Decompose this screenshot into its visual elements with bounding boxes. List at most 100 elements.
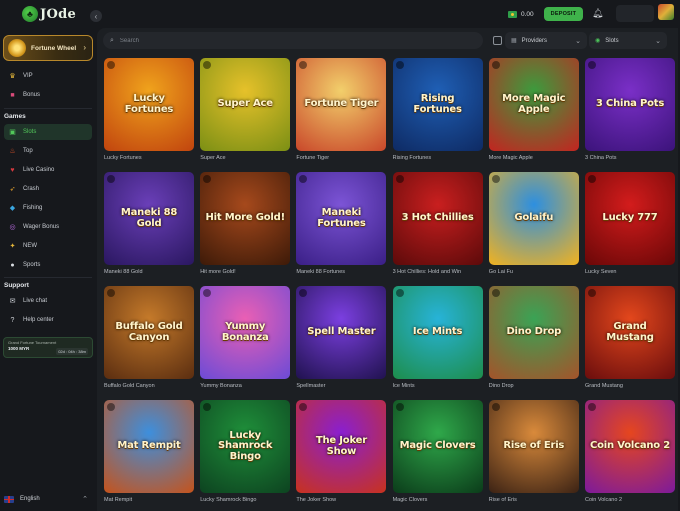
game-thumbnail[interactable]: Rise of Eris [488, 400, 579, 493]
wallet[interactable]: 0.00 DEPOSIT [508, 7, 584, 21]
grid-view-icon[interactable] [493, 36, 502, 45]
game-name: Rising Fortunes [392, 155, 432, 161]
deposit-button[interactable]: DEPOSIT [543, 7, 584, 21]
sidebar-item-vip[interactable]: ♛ VIP [4, 68, 92, 84]
game-card[interactable]: Lucky Fortunes Lucky Fortunes [104, 58, 194, 165]
game-thumbnail[interactable]: Buffalo Gold Canyon [104, 286, 194, 379]
sidebar-item-label: Fishing [23, 205, 43, 211]
game-card[interactable]: Rise of Eris Rise of Eris [488, 400, 579, 507]
game-thumbnail[interactable]: Yummy Bonanza [200, 286, 291, 379]
game-thumbnail[interactable]: The Joker Show [296, 400, 387, 493]
games-section-title: Games [4, 113, 26, 120]
crown-icon: ♛ [9, 73, 16, 80]
sidebar-item-top[interactable]: ♨ Top [4, 143, 92, 159]
game-card[interactable]: Fortune Tiger Fortune Tiger [296, 58, 387, 165]
game-thumbnail[interactable]: Golaifu [488, 172, 579, 265]
provider-badge-icon [203, 403, 212, 411]
game-art-title: Magic Clovers [399, 440, 476, 452]
game-thumbnail[interactable]: Grand Mustang [585, 286, 675, 379]
game-thumbnail[interactable]: Fortune Tiger [296, 58, 387, 151]
game-thumbnail[interactable]: Lucky Shamrock Bingo [200, 400, 291, 493]
user-menu[interactable] [616, 5, 654, 22]
avatar[interactable] [658, 4, 674, 20]
chevron-down-icon: ⌄ [575, 37, 581, 45]
game-card[interactable]: 3 China Pots 3 China Pots [585, 58, 675, 165]
game-card[interactable]: The Joker Show The Joker Show [296, 400, 387, 507]
game-thumbnail[interactable]: Mat Rempit [104, 400, 194, 493]
game-thumbnail[interactable]: 3 China Pots [585, 58, 675, 151]
game-thumbnail[interactable]: Maneki Fortunes [296, 172, 387, 265]
game-art-title: Maneki Fortunes [317, 207, 366, 229]
game-thumbnail[interactable]: Dino Drop [488, 286, 579, 379]
game-card[interactable]: Super Ace Super Ace [200, 58, 291, 165]
category-dropdown[interactable]: ◉ Slots ⌄ [589, 32, 667, 49]
providers-dropdown[interactable]: ▦ Providers ⌄ [505, 32, 587, 49]
sidebar-item-new[interactable]: ✦ NEW [4, 238, 92, 254]
tournament-banner[interactable]: Grand Fortune Tournament 1000 MYR 02d : … [3, 337, 93, 358]
provider-badge-icon [107, 61, 115, 69]
live-casino-icon: ♥ [10, 166, 15, 174]
game-card[interactable]: Golaifu Go Lai Fu [488, 172, 579, 279]
sidebar-item-crash[interactable]: ➶ Crash [4, 181, 92, 197]
game-card[interactable]: Lucky Shamrock Bingo Lucky Shamrock Bingo [200, 400, 291, 507]
game-art-title: Golaifu [514, 212, 554, 224]
game-thumbnail[interactable]: Magic Clovers [392, 400, 483, 493]
crash-icon: ➶ [9, 186, 16, 193]
game-name: Lucky Fortunes [104, 155, 142, 161]
game-card[interactable]: Coin Volcano 2 Coin Volcano 2 [585, 400, 675, 507]
chat-icon: ✉ [9, 298, 16, 305]
game-card[interactable]: Lucky 777 Lucky Seven [585, 172, 675, 279]
game-card[interactable]: Ice Mints Ice Mints [392, 286, 483, 393]
game-thumbnail[interactable]: Super Ace [200, 58, 291, 151]
game-thumbnail[interactable]: Coin Volcano 2 [585, 400, 675, 493]
game-name: More Magic Apple [488, 155, 533, 161]
game-card[interactable]: Buffalo Gold Canyon Buffalo Gold Canyon [104, 286, 194, 393]
game-card[interactable]: Hit More Gold! Hit more Gold! [200, 172, 291, 279]
sidebar-item-fishing[interactable]: ◆ Fishing [4, 200, 92, 216]
provider-badge-icon [107, 175, 115, 183]
game-card[interactable]: More Magic Apple More Magic Apple [488, 58, 579, 165]
sidebar-item-wager-bonus[interactable]: ◎ Wager Bonus [4, 219, 92, 235]
logo[interactable]: ♣ JOde [22, 6, 76, 22]
game-card[interactable]: Rising Fortunes Rising Fortunes [392, 58, 483, 165]
game-thumbnail[interactable]: Maneki 88 Gold [104, 172, 194, 265]
search-bar[interactable]: ⌕ [103, 32, 483, 49]
game-thumbnail[interactable]: Lucky Fortunes [104, 58, 194, 151]
support-section-title: Support [4, 282, 29, 289]
bell-icon[interactable]: 🔔︎ [592, 8, 603, 19]
game-card[interactable]: Maneki 88 Gold Maneki 88 Gold [104, 172, 194, 279]
game-thumbnail[interactable]: Spell Master [296, 286, 387, 379]
language-selector[interactable]: English ⌃ [4, 492, 92, 506]
sidebar-item-sports[interactable]: ● Sports [4, 257, 92, 273]
chevron-down-icon: ⌄ [655, 37, 661, 45]
sidebar-item-live-casino[interactable]: ♥ Live Casino [4, 162, 92, 178]
provider-badge-icon [107, 289, 115, 297]
logo-text: JOde [40, 6, 77, 22]
provider-badge-icon [299, 175, 308, 183]
game-card[interactable]: 3 Hot Chillies 3 Hot Chillies: Hold and W… [392, 172, 483, 279]
game-card[interactable]: Mat Rempit Mat Rempit [104, 400, 194, 507]
game-thumbnail[interactable]: Hit More Gold! [200, 172, 291, 265]
game-card[interactable]: Maneki Fortunes Maneki 88 Fortunes [296, 172, 387, 279]
uk-flag-icon [4, 495, 14, 503]
game-card[interactable]: Grand Mustang Grand Mustang [585, 286, 675, 393]
game-thumbnail[interactable]: Rising Fortunes [392, 58, 483, 151]
collapse-sidebar-button[interactable]: ‹ [90, 10, 102, 22]
sidebar-item-live-chat[interactable]: ✉ Live chat [4, 293, 92, 309]
game-card[interactable]: Magic Clovers Magic Clovers [392, 400, 483, 507]
sidebar-item-help-center[interactable]: ? Help center [4, 312, 92, 328]
provider-badge-icon [395, 175, 404, 183]
fortune-wheel-banner[interactable]: Fortune Wheel › [3, 35, 93, 61]
game-card[interactable]: Dino Drop Dino Drop [488, 286, 579, 393]
game-card[interactable]: Spell Master Spellmaster [296, 286, 387, 393]
game-art-title: Dino Drop [506, 326, 562, 338]
game-thumbnail[interactable]: More Magic Apple [488, 58, 579, 151]
game-thumbnail[interactable]: Lucky 777 [585, 172, 675, 265]
game-thumbnail[interactable]: Ice Mints [392, 286, 483, 379]
game-card[interactable]: Yummy Bonanza Yummy Bonanza [200, 286, 291, 393]
game-thumbnail[interactable]: 3 Hot Chillies [392, 172, 483, 265]
sidebar-item-slots[interactable]: ▣ Slots [4, 124, 92, 140]
sidebar-item-bonus[interactable]: ■ Bonus [4, 87, 92, 103]
search-input[interactable] [119, 37, 460, 44]
game-art-title: Lucky 777 [602, 212, 658, 224]
